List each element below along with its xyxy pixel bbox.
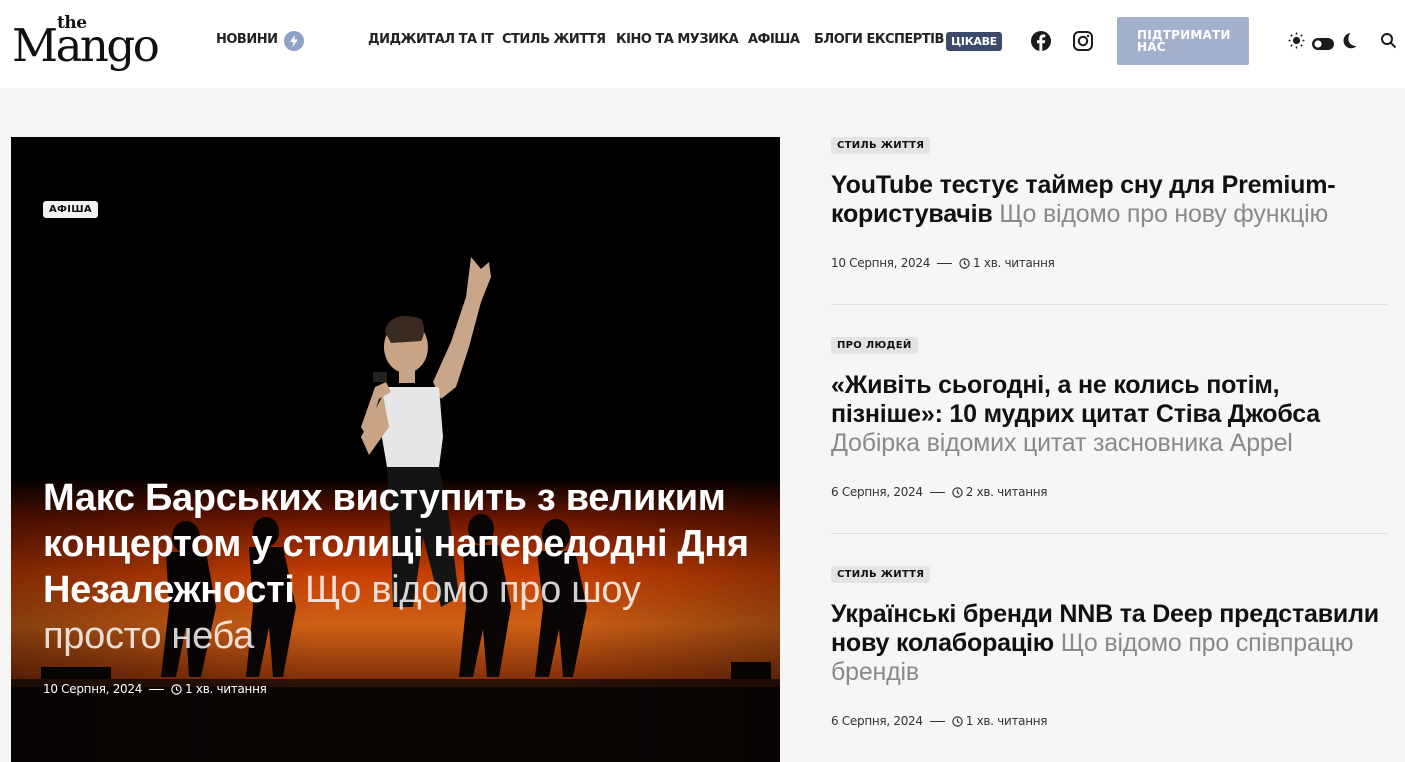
clock-icon [171,684,182,698]
nav-afisha[interactable]: АФІША [748,32,800,48]
clock-icon [959,258,970,272]
instagram-icon[interactable] [1072,30,1094,52]
nav-expert-blogs[interactable]: БЛОГИ ЕКСПЕРТІВ [814,32,944,48]
toggle-icon[interactable] [1312,35,1334,54]
article-subtitle: Що відомо про нову функцію [999,200,1329,228]
nav-lifestyle[interactable]: СТИЛЬ ЖИТТЯ [502,32,606,48]
hero-headline[interactable]: Макс Барських виступить з великим концер… [43,475,763,659]
nav-digital-it[interactable]: ДИДЖИТАЛ ТА IT [368,32,494,48]
sun-icon[interactable] [1288,32,1305,53]
hero-meta: 10 Серпня, 2024 1 хв. читання [43,682,267,698]
article-meta: 6 Серпня, 2024 2 хв. читання [831,485,1048,501]
logo-name: Mango [12,19,160,72]
article-meta: 6 Серпня, 2024 1 хв. читання [831,714,1048,730]
article-category-tag[interactable]: ПРО ЛЮДЕЙ [831,337,918,354]
lightning-icon [284,31,304,51]
article-read-time: 2 хв. читання [965,485,1048,499]
moon-icon[interactable] [1341,32,1357,53]
nav-cikave-badge[interactable]: ЦІКАВЕ [946,32,1002,51]
meta-divider [929,492,945,493]
article-headline[interactable]: Українські бренди NNB та Deep представил… [831,600,1387,687]
article-divider [831,304,1387,305]
meta-divider [937,263,953,264]
article-category-tag[interactable]: СТИЛЬ ЖИТТЯ [831,566,931,583]
article-headline[interactable]: «Живіть сьогодні, а не колись потім, піз… [831,371,1387,458]
article-headline[interactable]: YouTube тестує таймер сну для Premium-ко… [831,171,1387,229]
nav-news[interactable]: НОВИНИ [216,32,278,48]
featured-article-card[interactable]: АФІША Макс Барських виступить з великим … [11,137,780,762]
article-meta: 10 Серпня, 2024 1 хв. читання [831,256,1055,272]
article-divider [831,533,1387,534]
article-read-time: 1 хв. читання [973,256,1055,270]
article-date: 6 Серпня, 2024 [831,485,923,499]
meta-divider [929,721,945,722]
search-icon[interactable] [1380,32,1397,49]
article-read-time: 1 хв. читання [965,714,1048,728]
article-category-tag[interactable]: СТИЛЬ ЖИТТЯ [831,137,931,154]
meta-divider [149,689,165,690]
article-date: 10 Серпня, 2024 [831,256,931,270]
hero-category-tag[interactable]: АФІША [43,201,98,218]
clock-icon [952,716,963,730]
clock-icon [952,487,963,501]
article-subtitle: Добірка відомих цитат засновника Appel [831,429,1293,457]
site-header: the Mango НОВИНИ ДИДЖИТАЛ ТА IT СТИЛЬ ЖИ… [0,0,1405,88]
article-date: 6 Серпня, 2024 [831,714,923,728]
site-logo[interactable]: the Mango [12,12,162,72]
nav-cinema-music[interactable]: КІНО ТА МУЗИКА [616,32,739,48]
hero-date: 10 Серпня, 2024 [43,682,143,696]
facebook-icon[interactable] [1030,30,1052,52]
hero-shade-overlay [11,137,780,762]
article-title: «Живіть сьогодні, а не колись потім, піз… [831,371,1321,428]
support-button[interactable]: ПІДТРИМАТИ НАС [1117,17,1249,65]
hero-read-time: 1 хв. читання [185,682,267,696]
